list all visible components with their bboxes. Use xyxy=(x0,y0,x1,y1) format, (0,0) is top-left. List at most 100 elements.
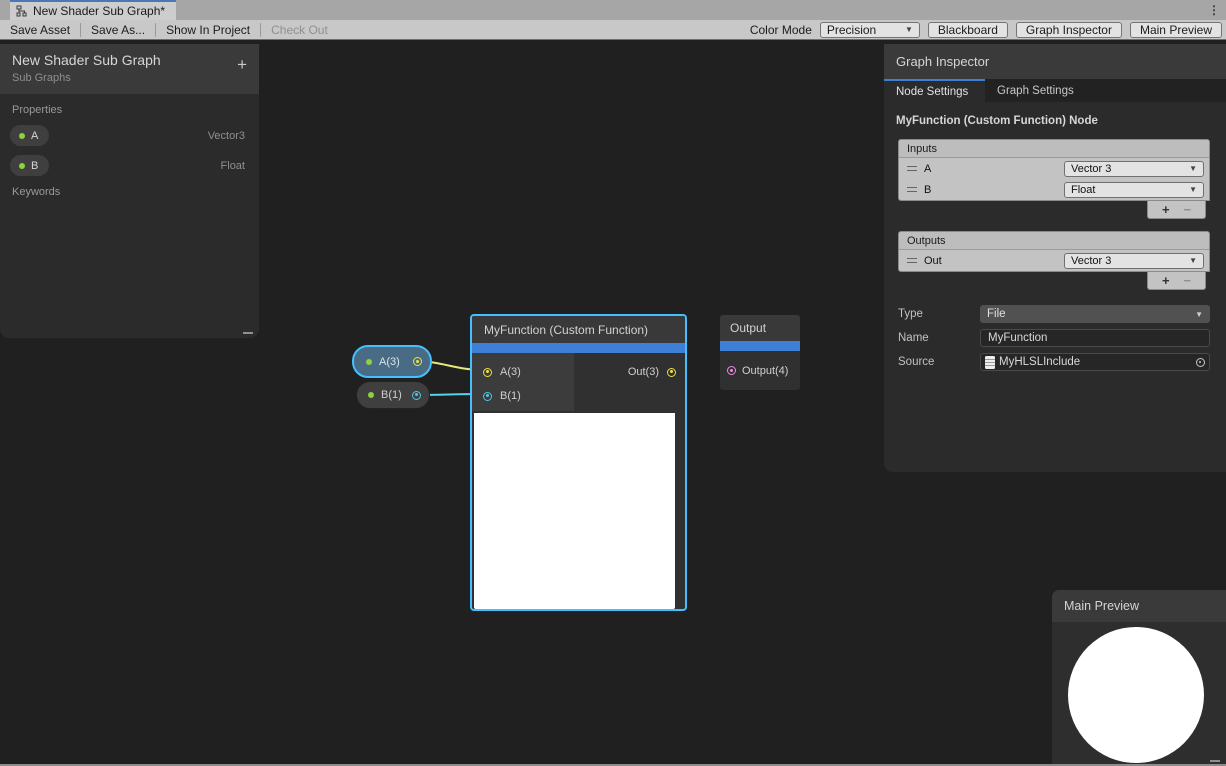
chevron-down-icon: ▼ xyxy=(1189,164,1197,173)
keywords-section-label: Keywords xyxy=(12,186,247,198)
port-vector3-icon[interactable] xyxy=(483,368,492,377)
port-label: A(3) xyxy=(500,366,521,378)
input-b-type-dropdown[interactable]: Float ▼ xyxy=(1064,182,1204,198)
row-name: Out xyxy=(924,255,942,267)
inputs-row-b[interactable]: B Float ▼ xyxy=(899,179,1209,200)
object-picker-button[interactable] xyxy=(1191,354,1209,370)
tab-graph-settings[interactable]: Graph Settings xyxy=(985,79,1086,102)
outputs-list-footer: + − xyxy=(1147,272,1206,290)
port-label: Output(4) xyxy=(742,365,788,377)
show-in-project-button[interactable]: Show In Project xyxy=(156,20,260,39)
file-icon xyxy=(985,356,995,369)
properties-section-label: Properties xyxy=(12,104,247,116)
graph-inspector-toggle-button[interactable]: Graph Inspector xyxy=(1016,22,1122,38)
property-pill-a[interactable]: A xyxy=(10,125,49,146)
property-name: A xyxy=(31,130,38,142)
shader-graph-icon xyxy=(16,5,28,17)
target-icon xyxy=(1196,358,1205,367)
inputs-list-header: Inputs xyxy=(899,140,1209,158)
add-input-button[interactable]: + xyxy=(1162,203,1170,216)
port-vector4-icon[interactable] xyxy=(727,366,736,375)
blackboard-property-row: B Float xyxy=(10,155,245,176)
window-menu-icon[interactable]: ⋮ xyxy=(1208,4,1220,16)
output-node[interactable]: Output Output(4) xyxy=(720,315,800,390)
tab-node-settings[interactable]: Node Settings xyxy=(884,79,985,102)
row-name: B xyxy=(924,184,931,196)
node-input-section: A(3) B(1) xyxy=(472,353,574,411)
main-preview-toggle-button[interactable]: Main Preview xyxy=(1130,22,1222,38)
drag-handle-icon[interactable] xyxy=(907,166,917,171)
property-type-label: Vector3 xyxy=(208,130,245,142)
port-vector3-icon[interactable] xyxy=(413,357,422,366)
output-port-row-out: Out(3) xyxy=(574,360,685,384)
property-node-label: B(1) xyxy=(381,389,405,401)
port-float-icon[interactable] xyxy=(483,392,492,401)
port-label: B(1) xyxy=(500,390,521,402)
function-settings: Type File ▼ Name Source MyHLSLInclude xyxy=(898,302,1210,374)
port-vector3-icon[interactable] xyxy=(667,368,676,377)
property-node-label: A(3) xyxy=(379,356,406,368)
chevron-down-icon: ▼ xyxy=(1189,185,1197,194)
property-node-b[interactable]: B(1) xyxy=(356,381,430,409)
input-port-row-a: A(3) xyxy=(472,360,574,384)
row-name: A xyxy=(924,163,931,175)
drag-handle-icon[interactable] xyxy=(907,187,917,192)
save-as-button[interactable]: Save As... xyxy=(81,20,155,39)
outputs-list: Outputs Out Vector 3 ▼ + − xyxy=(898,231,1210,290)
type-label: Type xyxy=(898,308,980,320)
input-port-row-b: B(1) xyxy=(472,384,574,408)
check-out-button: Check Out xyxy=(261,20,338,39)
outputs-list-header: Outputs xyxy=(899,232,1209,250)
inputs-row-a[interactable]: A Vector 3 ▼ xyxy=(899,158,1209,179)
exposed-dot-icon xyxy=(368,392,374,398)
exposed-dot-icon xyxy=(366,359,372,365)
color-mode-dropdown[interactable]: Precision ▼ xyxy=(820,22,920,38)
blackboard-panel[interactable]: New Shader Sub Graph + Sub Graphs Proper… xyxy=(0,44,259,338)
source-value: MyHLSLInclude xyxy=(999,356,1080,368)
port-float-icon[interactable] xyxy=(412,391,421,400)
output-port-row: Output(4) xyxy=(720,351,800,390)
custom-function-node[interactable]: MyFunction (Custom Function) A(3) B(1) O… xyxy=(470,314,687,611)
drag-handle-icon[interactable] xyxy=(907,258,917,263)
output-out-type-dropdown[interactable]: Vector 3 ▼ xyxy=(1064,253,1204,269)
window-tab-bar: New Shader Sub Graph* ⋮ xyxy=(0,0,1226,20)
exposed-dot-icon xyxy=(19,133,25,139)
graph-inspector-panel[interactable]: Graph Inspector Node Settings Graph Sett… xyxy=(884,44,1226,472)
tab-shader-sub-graph[interactable]: New Shader Sub Graph* xyxy=(10,0,176,20)
type-field-row: Type File ▼ xyxy=(898,302,1210,326)
source-field-row: Source MyHLSLInclude xyxy=(898,350,1210,374)
graph-canvas[interactable]: A(3) B(1) MyFunction (Custom Function) A… xyxy=(0,40,1226,766)
shader-graph-toolbar: Save Asset Save As... Show In Project Ch… xyxy=(0,20,1226,40)
precision-strip xyxy=(720,341,800,351)
add-property-button[interactable]: + xyxy=(237,56,247,73)
node-title[interactable]: MyFunction (Custom Function) xyxy=(472,316,685,343)
resize-handle[interactable] xyxy=(1210,760,1220,762)
outputs-list-box: Outputs Out Vector 3 ▼ xyxy=(898,231,1210,272)
node-title[interactable]: Output xyxy=(720,315,800,341)
main-preview-panel[interactable]: Main Preview xyxy=(1052,590,1226,766)
add-output-button[interactable]: + xyxy=(1162,274,1170,287)
property-name: B xyxy=(31,160,38,172)
name-label: Name xyxy=(898,332,980,344)
blackboard-toggle-button[interactable]: Blackboard xyxy=(928,22,1008,38)
color-mode-label: Color Mode xyxy=(750,23,812,37)
source-object-field[interactable]: MyHLSLInclude xyxy=(980,353,1210,371)
remove-input-button: − xyxy=(1183,203,1191,216)
inputs-list-footer: + − xyxy=(1147,201,1206,219)
type-dropdown[interactable]: File ▼ xyxy=(980,305,1210,323)
chevron-down-icon: ▼ xyxy=(1189,256,1197,265)
property-node-a[interactable]: A(3) xyxy=(352,345,432,378)
name-field-row: Name xyxy=(898,326,1210,350)
inputs-list-box: Inputs A Vector 3 ▼ B Float ▼ xyxy=(898,139,1210,201)
save-asset-button[interactable]: Save Asset xyxy=(0,20,80,39)
property-pill-b[interactable]: B xyxy=(10,155,49,176)
outputs-row-out[interactable]: Out Vector 3 ▼ xyxy=(899,250,1209,271)
input-a-type-dropdown[interactable]: Vector 3 ▼ xyxy=(1064,161,1204,177)
resize-handle[interactable] xyxy=(243,332,253,334)
property-type-label: Float xyxy=(221,160,245,172)
exposed-dot-icon xyxy=(19,163,25,169)
chevron-down-icon: ▼ xyxy=(1195,310,1203,319)
inspector-tab-bar: Node Settings Graph Settings xyxy=(884,79,1226,102)
blackboard-title: New Shader Sub Graph xyxy=(12,52,247,68)
name-input[interactable] xyxy=(980,329,1210,347)
